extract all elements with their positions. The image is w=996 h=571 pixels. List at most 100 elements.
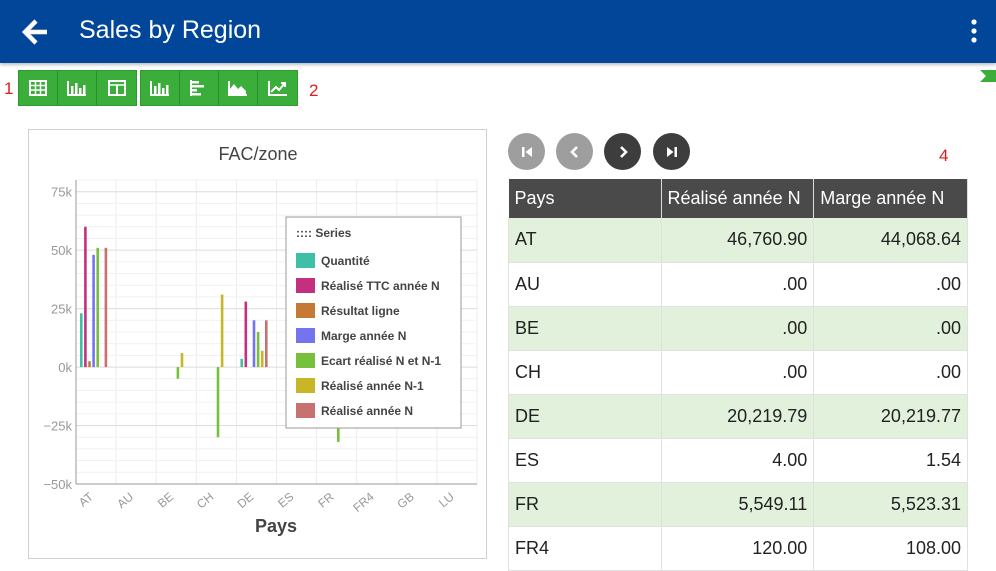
bar <box>84 226 87 368</box>
cell-realise: .00 <box>661 350 815 395</box>
y-tick-label: 50k <box>51 243 72 258</box>
y-tick-label: −25k <box>43 419 72 434</box>
column-header-realise[interactable]: Réalisé année N <box>661 179 815 218</box>
table-row[interactable]: FR 5,549.11 5,523.31 <box>508 482 968 527</box>
back-arrow-icon[interactable] <box>22 18 50 46</box>
legend-label: Marge année N <box>321 329 406 343</box>
cell-marge: 44,068.64 <box>813 218 968 263</box>
cell-pays: FR <box>508 482 662 527</box>
y-tick-label: 75k <box>51 185 72 200</box>
prev-page-icon <box>569 145 578 158</box>
legend-swatch <box>296 303 315 318</box>
table-row[interactable]: BE .00 .00 <box>508 306 968 351</box>
column-header-pays[interactable]: Pays <box>508 179 662 218</box>
table-icon <box>29 80 47 96</box>
area-chart-icon <box>228 81 247 96</box>
cell-marge: 20,219.77 <box>813 394 968 439</box>
bar-chart[interactable]: FAC/zone 75k 50k 25k 0k −25k −50k AT AU BE CH DE ES F… <box>29 130 488 560</box>
bar <box>265 320 268 368</box>
bar <box>240 358 243 368</box>
x-tick-label: AU <box>114 490 136 511</box>
legend-label: Réalisé TTC année N <box>321 279 440 293</box>
split-view-button[interactable] <box>97 71 136 105</box>
y-tick-label: 0k <box>58 360 72 375</box>
table-row[interactable]: ES 4.00 1.54 <box>508 438 968 483</box>
cell-pays: ES <box>508 438 662 483</box>
cell-realise: 5,549.11 <box>661 482 815 527</box>
x-tick-label: DE <box>235 490 257 511</box>
cell-marge: .00 <box>813 262 968 307</box>
x-tick-label: CH <box>194 490 216 512</box>
bar <box>180 353 184 368</box>
cell-pays: DE <box>508 394 662 439</box>
x-tick-label: AT <box>76 489 97 509</box>
cell-pays: AU <box>508 262 662 307</box>
last-page-button[interactable] <box>653 133 690 170</box>
bar <box>216 367 220 438</box>
view-mode-group <box>18 70 137 106</box>
cell-pays: AT <box>508 218 662 263</box>
bar <box>80 313 83 368</box>
table-row[interactable]: FR4 120.00 108.00 <box>508 526 968 571</box>
cell-realise: .00 <box>661 306 815 351</box>
cell-realise: 20,219.79 <box>661 394 815 439</box>
table-header-row: Pays Réalisé année N Marge année N <box>508 179 968 218</box>
table-row[interactable]: CH .00 .00 <box>508 350 968 395</box>
y-tick-label: −50k <box>43 477 72 492</box>
cell-realise: 120.00 <box>661 526 815 571</box>
legend-label: Réalisé année N-1 <box>321 379 424 393</box>
line-chart-button[interactable] <box>258 71 297 105</box>
bar-chart-icon <box>67 81 86 96</box>
column-header-marge[interactable]: Marge année N <box>813 179 968 218</box>
x-axis-title: Pays <box>255 516 297 536</box>
table-row[interactable]: AU .00 .00 <box>508 262 968 307</box>
bar-chart-button[interactable] <box>180 71 219 105</box>
legend-swatch <box>296 403 315 418</box>
bar <box>104 247 108 368</box>
x-tick-label: FR <box>315 489 337 510</box>
x-tick-label: LU <box>436 490 457 511</box>
prev-page-button[interactable] <box>556 133 593 170</box>
legend-swatch <box>296 378 315 393</box>
legend-swatch <box>296 278 315 293</box>
bar <box>220 294 224 368</box>
more-vert-icon[interactable] <box>966 18 982 44</box>
next-page-button[interactable] <box>604 133 641 170</box>
next-page-icon <box>619 145 628 158</box>
line-chart-icon <box>267 81 287 96</box>
horizontal-bar-icon <box>190 80 204 96</box>
legend-box <box>285 216 462 429</box>
app-title: Sales by Region <box>79 16 262 44</box>
app-bar: Sales by Region <box>0 0 996 63</box>
y-tick-label: 25k <box>51 302 72 317</box>
last-page-icon <box>666 146 677 157</box>
legend-swatch <box>296 253 315 268</box>
legend-label: Résultat ligne <box>321 304 400 318</box>
cell-marge: 108.00 <box>813 526 968 571</box>
bar <box>256 332 260 368</box>
cell-marge: 5,523.31 <box>813 482 968 527</box>
legend-title: :::: Series <box>296 226 352 240</box>
cell-marge: 1.54 <box>813 438 968 483</box>
x-tick-label: BE <box>155 490 176 511</box>
chart-title: FAC/zone <box>218 144 297 164</box>
area-chart-button[interactable] <box>219 71 258 105</box>
chart-view-button[interactable] <box>58 71 97 105</box>
legend-swatch <box>296 328 315 343</box>
table-row[interactable]: AT 46,760.90 44,068.64 <box>508 218 968 263</box>
bar <box>260 350 264 368</box>
table-row[interactable]: DE 20,219.79 20,219.77 <box>508 394 968 439</box>
side-flag-icon[interactable] <box>980 70 996 82</box>
bar <box>244 301 248 368</box>
cell-marge: .00 <box>813 306 968 351</box>
cell-realise: .00 <box>661 262 815 307</box>
x-tick-label: ES <box>275 490 296 511</box>
column-chart-button[interactable] <box>141 71 180 105</box>
cell-realise: 46,760.90 <box>661 218 815 263</box>
first-page-button[interactable] <box>508 133 545 170</box>
cell-realise: 4.00 <box>661 438 815 483</box>
cell-pays: BE <box>508 306 662 351</box>
chart-type-group <box>140 70 298 106</box>
split-view-icon <box>107 80 126 96</box>
table-view-button[interactable] <box>19 71 58 105</box>
